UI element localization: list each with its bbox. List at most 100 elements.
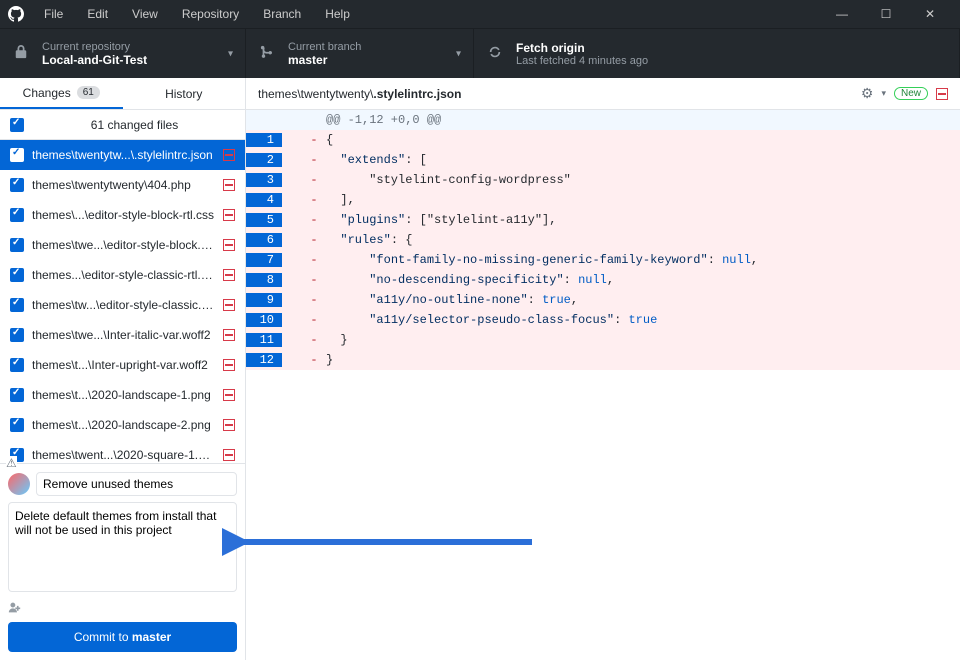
deleted-icon [223, 389, 235, 401]
files-header: 61 changed files [0, 110, 245, 140]
current-repository-dropdown[interactable]: Current repository Local-and-Git-Test ▾ [0, 29, 246, 78]
diff-line[interactable]: 12-} [246, 350, 960, 370]
file-name: themes\twe...\editor-style-block.css [32, 238, 215, 252]
file-row[interactable]: themes\t...\Inter-upright-var.woff2 [0, 350, 245, 380]
chevron-down-icon[interactable]: ▾ [881, 88, 886, 99]
gear-icon[interactable]: ⚙ [861, 85, 874, 102]
tab-history[interactable]: History [123, 78, 246, 109]
add-coauthor-button[interactable] [8, 599, 237, 614]
file-checkbox[interactable] [10, 418, 24, 432]
branch-label: Current branch [288, 41, 361, 53]
diff-line[interactable]: 9- "a11y/no-outline-none": true, [246, 290, 960, 310]
window-controls: ― ☐ ✕ [820, 0, 952, 28]
menu-edit[interactable]: Edit [77, 3, 118, 25]
commit-button[interactable]: Commit to master [8, 622, 237, 652]
titlebar: FileEditViewRepositoryBranchHelp ― ☐ ✕ [0, 0, 960, 28]
file-row[interactable]: themes\twentytwenty\404.php [0, 170, 245, 200]
repo-value: Local-and-Git-Test [42, 53, 147, 67]
file-row[interactable]: themes\...\editor-style-block-rtl.css [0, 200, 245, 230]
sidebar: Changes 61 History 61 changed files them… [0, 78, 246, 660]
maximize-button[interactable]: ☐ [864, 0, 908, 28]
diff-line[interactable]: 5- "plugins": ["stylelint-a11y"], [246, 210, 960, 230]
deleted-icon [223, 449, 235, 461]
file-name: themes\t...\2020-landscape-1.png [32, 388, 215, 402]
file-checkbox[interactable] [10, 328, 24, 342]
diff-line[interactable]: 8- "no-descending-specificity": null, [246, 270, 960, 290]
menu-help[interactable]: Help [315, 3, 360, 25]
diff-line[interactable]: 2- "extends": [ [246, 150, 960, 170]
fetch-origin-button[interactable]: Fetch origin Last fetched 4 minutes ago [474, 29, 960, 78]
commit-area: ⚠ Commit to master [0, 463, 245, 660]
file-list: themes\twentytw...\.stylelintrc.json them… [0, 140, 245, 463]
file-row[interactable]: themes\twent...\2020-square-1.png [0, 440, 245, 463]
avatar [8, 473, 30, 495]
diff-line[interactable]: 10- "a11y/selector-pseudo-class-focus": … [246, 310, 960, 330]
diff-line[interactable]: @@ -1,12 +0,0 @@ [246, 110, 960, 130]
menu-file[interactable]: File [34, 3, 73, 25]
menu-view[interactable]: View [122, 3, 168, 25]
deleted-icon [223, 149, 235, 161]
deleted-icon [223, 209, 235, 221]
commit-summary-input[interactable] [36, 472, 237, 496]
changed-files-label: 61 changed files [34, 118, 235, 132]
diff-file-path: themes\twentytwenty\.stylelintrc.json [258, 87, 853, 101]
repo-label: Current repository [42, 41, 147, 53]
toolbar: Current repository Local-and-Git-Test ▾ … [0, 28, 960, 78]
menu-branch[interactable]: Branch [253, 3, 311, 25]
file-row[interactable]: themes\twentytw...\.stylelintrc.json [0, 140, 245, 170]
warning-icon: ⚠ [6, 456, 17, 470]
fetch-label: Fetch origin [516, 41, 648, 55]
file-checkbox[interactable] [10, 238, 24, 252]
current-branch-dropdown[interactable]: Current branch master ▾ [246, 29, 474, 78]
diff-line[interactable]: 4- ], [246, 190, 960, 210]
deleted-icon [223, 299, 235, 311]
select-all-checkbox[interactable] [10, 118, 24, 132]
commit-description-input[interactable] [8, 502, 237, 592]
chevron-down-icon: ▾ [228, 48, 233, 59]
file-name: themes...\editor-style-classic-rtl.css [32, 268, 215, 282]
file-row[interactable]: themes\tw...\editor-style-classic.css [0, 290, 245, 320]
file-checkbox[interactable] [10, 178, 24, 192]
new-badge: New [894, 87, 928, 100]
file-name: themes\t...\2020-landscape-2.png [32, 418, 215, 432]
deleted-icon [223, 239, 235, 251]
deleted-icon [223, 269, 235, 281]
deleted-icon [936, 88, 948, 100]
minimize-button[interactable]: ― [820, 0, 864, 28]
file-name: themes\tw...\editor-style-classic.css [32, 298, 215, 312]
file-name: themes\t...\Inter-upright-var.woff2 [32, 358, 215, 372]
file-name: themes\twentytwenty\404.php [32, 178, 215, 192]
diff-body[interactable]: @@ -1,12 +0,0 @@1-{2- "extends": [3- "st… [246, 110, 960, 370]
file-row[interactable]: themes...\editor-style-classic-rtl.css [0, 260, 245, 290]
file-row[interactable]: themes\t...\2020-landscape-2.png [0, 410, 245, 440]
chevron-down-icon: ▾ [456, 48, 461, 59]
diff-panel: themes\twentytwenty\.stylelintrc.json ⚙ ▾… [246, 78, 960, 660]
file-checkbox[interactable] [10, 148, 24, 162]
diff-line[interactable]: 7- "font-family-no-missing-generic-famil… [246, 250, 960, 270]
fetch-status: Last fetched 4 minutes ago [516, 55, 648, 67]
file-name: themes\...\editor-style-block-rtl.css [32, 208, 215, 222]
deleted-icon [223, 359, 235, 371]
file-checkbox[interactable] [10, 268, 24, 282]
lock-icon [14, 45, 30, 62]
file-checkbox[interactable] [10, 208, 24, 222]
tab-changes[interactable]: Changes 61 [0, 78, 123, 109]
sync-icon [488, 45, 504, 62]
app-menu: FileEditViewRepositoryBranchHelp [34, 3, 360, 25]
file-row[interactable]: themes\t...\2020-landscape-1.png [0, 380, 245, 410]
diff-line[interactable]: 1-{ [246, 130, 960, 150]
file-checkbox[interactable] [10, 298, 24, 312]
file-checkbox[interactable] [10, 388, 24, 402]
file-checkbox[interactable] [10, 358, 24, 372]
diff-line[interactable]: 3- "stylelint-config-wordpress" [246, 170, 960, 190]
file-row[interactable]: themes\twe...\editor-style-block.css [0, 230, 245, 260]
diff-line[interactable]: 6- "rules": { [246, 230, 960, 250]
close-button[interactable]: ✕ [908, 0, 952, 28]
menu-repository[interactable]: Repository [172, 3, 249, 25]
diff-line[interactable]: 11- } [246, 330, 960, 350]
diff-header: themes\twentytwenty\.stylelintrc.json ⚙ ▾… [246, 78, 960, 110]
file-row[interactable]: themes\twe...\Inter-italic-var.woff2 [0, 320, 245, 350]
branch-value: master [288, 53, 361, 67]
file-name: themes\twe...\Inter-italic-var.woff2 [32, 328, 215, 342]
changes-count-badge: 61 [77, 86, 100, 99]
